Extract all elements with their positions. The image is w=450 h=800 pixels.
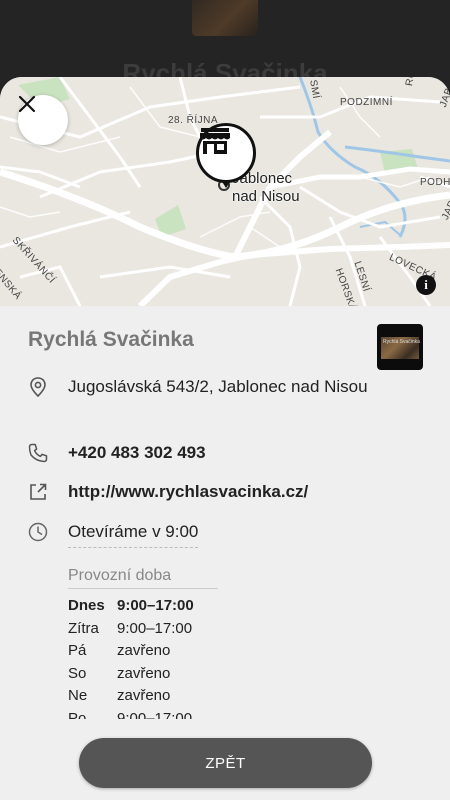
map-street-label: PODHO [420, 177, 450, 188]
hours-row: Zítra 9:00–17:00 [68, 618, 268, 641]
store-icon [200, 128, 230, 154]
clock-icon [28, 522, 48, 542]
map-store-pin[interactable] [196, 123, 256, 183]
hours-day: Ne [68, 687, 88, 704]
hours-time: zavřeno [117, 642, 171, 659]
hours-time: 9:00–17:00 [117, 597, 194, 614]
website-link[interactable]: http://www.rychlasvacinka.cz/ [68, 479, 408, 505]
thumbnail-caption: Rychlá Svačinka [383, 339, 420, 345]
phone-icon [28, 443, 48, 463]
map-street-label: 28. ŘÍJNA [168, 115, 219, 126]
hours-time: 9:00–17:00 [117, 619, 193, 637]
map-city-line: nad Nisou [232, 188, 300, 205]
hours-day: So [68, 664, 87, 682]
location-pin-icon [30, 377, 46, 398]
hours-day: Dnes [68, 597, 105, 614]
opening-status-text[interactable]: Otevíráme v 9:00 [68, 519, 199, 548]
hours-day: Zítra [68, 619, 99, 637]
info-icon: i [424, 277, 428, 292]
hours-time: zavřeno [117, 687, 171, 704]
hours-time: zavřeno [117, 664, 171, 682]
place-detail-sheet: 28. ŘÍJNA PODZIMNÍ PODHO LOVECKÁ SKŘIVÁN… [0, 77, 450, 800]
hours-day: Po [68, 709, 87, 720]
opening-status[interactable]: Otevíráme v 9:00 [68, 519, 408, 548]
hours-time: 9:00–17:00 [117, 709, 193, 720]
external-link-icon [30, 483, 47, 500]
place-thumbnail[interactable]: Rychlá Svačinka [377, 324, 423, 370]
address-text: Jugoslávská 543/2, Jablonec nad Nisou [68, 377, 368, 396]
map-street-label: PODZIMNÍ [340, 97, 393, 108]
hours-day: Pá [68, 642, 87, 659]
back-button[interactable]: ZPĚT [79, 738, 372, 788]
close-icon [18, 95, 36, 113]
hours-row: Po 9:00–17:00 [68, 708, 268, 720]
hours-row: So zavřeno [68, 663, 268, 686]
place-title: Rychlá Svačinka [28, 328, 194, 351]
map-info-button[interactable]: i [416, 275, 436, 295]
hours-title: Provozní doba [68, 567, 218, 589]
phone-link[interactable]: +420 483 302 493 [68, 440, 408, 466]
background-thumbnail [192, 0, 258, 36]
hours-row: Pá zavřeno [68, 640, 268, 663]
opening-hours-list: Dnes 9:00–17:00 Zítra 9:00–17:00 Pá zavř… [68, 595, 268, 719]
map-view[interactable]: 28. ŘÍJNA PODZIMNÍ PODHO LOVECKÁ SKŘIVÁN… [0, 77, 450, 306]
hours-row-today: Dnes 9:00–17:00 [68, 595, 268, 618]
hours-row: Ne zavřeno [68, 685, 268, 708]
map-canvas [0, 77, 450, 306]
close-button[interactable] [18, 95, 68, 145]
